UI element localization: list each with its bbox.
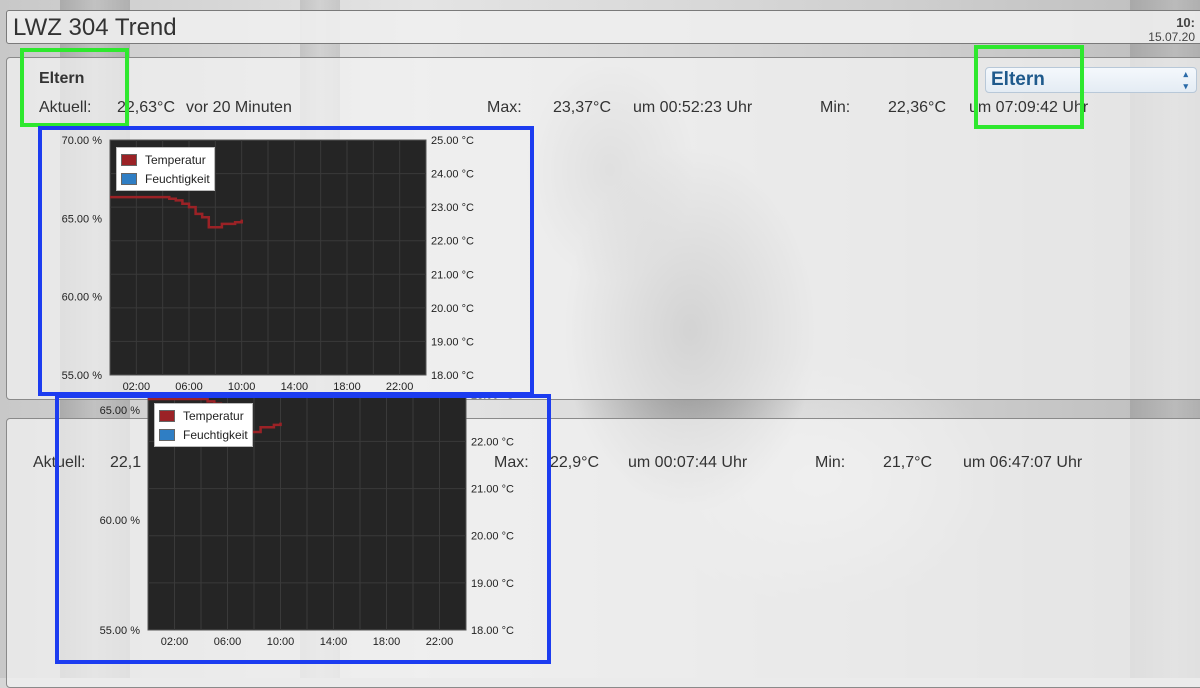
- clock: 10: 15.07.20: [1148, 15, 1195, 45]
- page-title: LWZ 304 Trend: [13, 14, 177, 41]
- min-label: Min:: [815, 454, 846, 471]
- highlight-chart-2: [55, 394, 551, 664]
- highlight-room-name: [20, 48, 129, 127]
- max-time: um 00:07:44 Uhr: [628, 454, 748, 471]
- min-value: 21,7°C: [883, 454, 933, 471]
- min-value: 22,36°C: [888, 99, 946, 116]
- clock-time: 10:: [1176, 15, 1195, 30]
- min-time: um 06:47:07 Uhr: [963, 454, 1083, 471]
- min-label: Min:: [820, 99, 851, 116]
- title-bar: LWZ 304 Trend 10: 15.07.20: [6, 10, 1200, 44]
- max-time: um 00:52:23 Uhr: [633, 99, 753, 116]
- max-value: 23,37°C: [553, 99, 611, 116]
- highlight-chart-1: [38, 126, 534, 396]
- current-age: vor 20 Minuten: [186, 99, 292, 116]
- highlight-room-select: [974, 45, 1084, 129]
- max-label: Max:: [487, 99, 522, 116]
- max-value: 22,9°C: [550, 454, 600, 471]
- clock-date: 15.07.20: [1148, 30, 1195, 44]
- select-arrows-icon: ▴ ▾: [1183, 69, 1188, 91]
